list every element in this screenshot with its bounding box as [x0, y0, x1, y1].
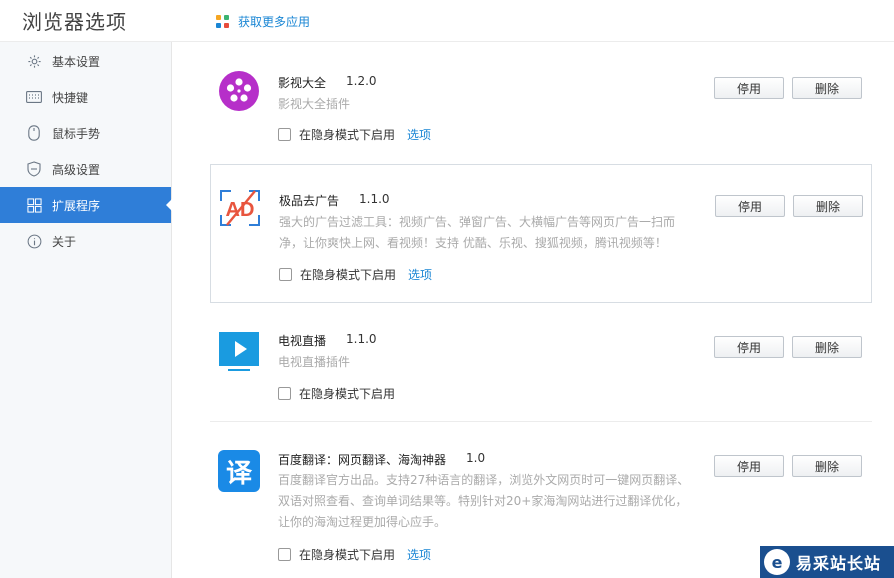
options-link[interactable]: 选项 — [407, 546, 431, 563]
extension-item: 电视直播 1.1.0 电视直播插件 在隐身模式下启用 停用 删除 — [210, 317, 872, 417]
extension-description: 电视直播插件 — [278, 355, 351, 369]
extension-description: 百度翻译官方出品。支持27种语言的翻译，浏览外文网页时可一键网页翻译、双语对照查… — [278, 473, 690, 529]
delete-button[interactable]: 删除 — [792, 336, 862, 358]
extension-item: 影视大全 1.2.0 影视大全插件 在隐身模式下启用 选项 停用 删除 — [210, 60, 872, 150]
options-link[interactable]: 选项 — [407, 126, 431, 143]
extension-version: 1.1.0 — [346, 332, 377, 346]
sidebar-item-label: 基本设置 — [52, 54, 101, 69]
extension-item: AD 极品去广告 1.1.0 强大的广告过滤工具：视频广告、弹窗广告、大横幅广告… — [210, 164, 872, 303]
incognito-checkbox[interactable] — [278, 548, 291, 561]
sidebar-item-shortcuts[interactable]: 快捷键 — [0, 79, 171, 115]
delete-button[interactable]: 删除 — [792, 77, 862, 99]
get-more-apps-link[interactable]: 获取更多应用 — [216, 13, 310, 30]
site-watermark: e 易采站长站 — [760, 546, 894, 578]
watermark-text: 易采站长站 — [796, 554, 882, 573]
top-bar: 浏览器选项 获取更多应用 — [0, 0, 894, 42]
extension-name: 百度翻译：网页翻译、海淘神器 — [278, 453, 447, 467]
incognito-checkbox[interactable] — [278, 387, 291, 400]
sidebar-item-advanced[interactable]: 高级设置 — [0, 151, 171, 187]
sidebar-item-label: 高级设置 — [52, 162, 101, 177]
incognito-label: 在隐身模式下启用 — [299, 548, 396, 562]
extension-description: 影视大全插件 — [278, 97, 351, 111]
get-more-apps-label: 获取更多应用 — [238, 15, 311, 29]
extension-version: 1.1.0 — [359, 192, 390, 206]
apps-grid-icon — [216, 14, 230, 29]
translate-icon: 译 — [218, 450, 260, 492]
sidebar-item-label: 扩展程序 — [52, 198, 101, 213]
extension-name: 影视大全 — [278, 76, 327, 90]
gear-icon — [26, 53, 42, 69]
delete-button[interactable]: 删除 — [792, 455, 862, 477]
disable-button[interactable]: 停用 — [715, 195, 785, 217]
disable-button[interactable]: 停用 — [714, 77, 784, 99]
extension-version: 1.0 — [466, 451, 486, 465]
shield-icon — [26, 161, 42, 177]
incognito-label: 在隐身模式下启用 — [300, 268, 397, 282]
extension-name: 极品去广告 — [279, 194, 340, 208]
delete-button[interactable]: 删除 — [793, 195, 863, 217]
info-icon — [26, 233, 42, 249]
sidebar-item-basic[interactable]: 基本设置 — [0, 43, 171, 79]
mouse-icon — [26, 125, 42, 141]
sidebar-item-about[interactable]: 关于 — [0, 223, 171, 259]
options-link[interactable]: 选项 — [408, 266, 432, 283]
incognito-label: 在隐身模式下启用 — [299, 387, 396, 401]
extension-version: 1.2.0 — [346, 74, 377, 88]
sidebar-item-label: 鼠标手势 — [52, 126, 101, 141]
extensions-icon — [26, 197, 42, 213]
page-title: 浏览器选项 — [22, 10, 127, 34]
incognito-checkbox[interactable] — [279, 268, 292, 281]
extension-name: 电视直播 — [278, 334, 327, 348]
tv-play-icon — [218, 331, 260, 373]
extension-description: 强大的广告过滤工具：视频广告、弹窗广告、大横幅广告等网页广告一扫而净，让你爽快上… — [279, 215, 676, 250]
incognito-label: 在隐身模式下启用 — [299, 128, 396, 142]
sidebar-item-mouse-gestures[interactable]: 鼠标手势 — [0, 115, 171, 151]
disable-button[interactable]: 停用 — [714, 336, 784, 358]
extensions-list: 影视大全 1.2.0 影视大全插件 在隐身模式下启用 选项 停用 删除 AD 极… — [172, 42, 894, 578]
watermark-logo-icon: e — [764, 549, 790, 575]
sidebar: 基本设置 快捷键 鼠标手势 高级设置 扩展程序 关于 — [0, 42, 172, 578]
ad-block-icon: AD — [219, 187, 261, 229]
sidebar-item-extensions[interactable]: 扩展程序 — [0, 187, 172, 223]
sidebar-item-label: 快捷键 — [52, 90, 89, 105]
incognito-checkbox[interactable] — [278, 128, 291, 141]
keyboard-icon — [26, 89, 42, 105]
divider — [210, 421, 872, 422]
sidebar-item-label: 关于 — [52, 234, 77, 249]
film-reel-icon — [218, 70, 260, 112]
disable-button[interactable]: 停用 — [714, 455, 784, 477]
